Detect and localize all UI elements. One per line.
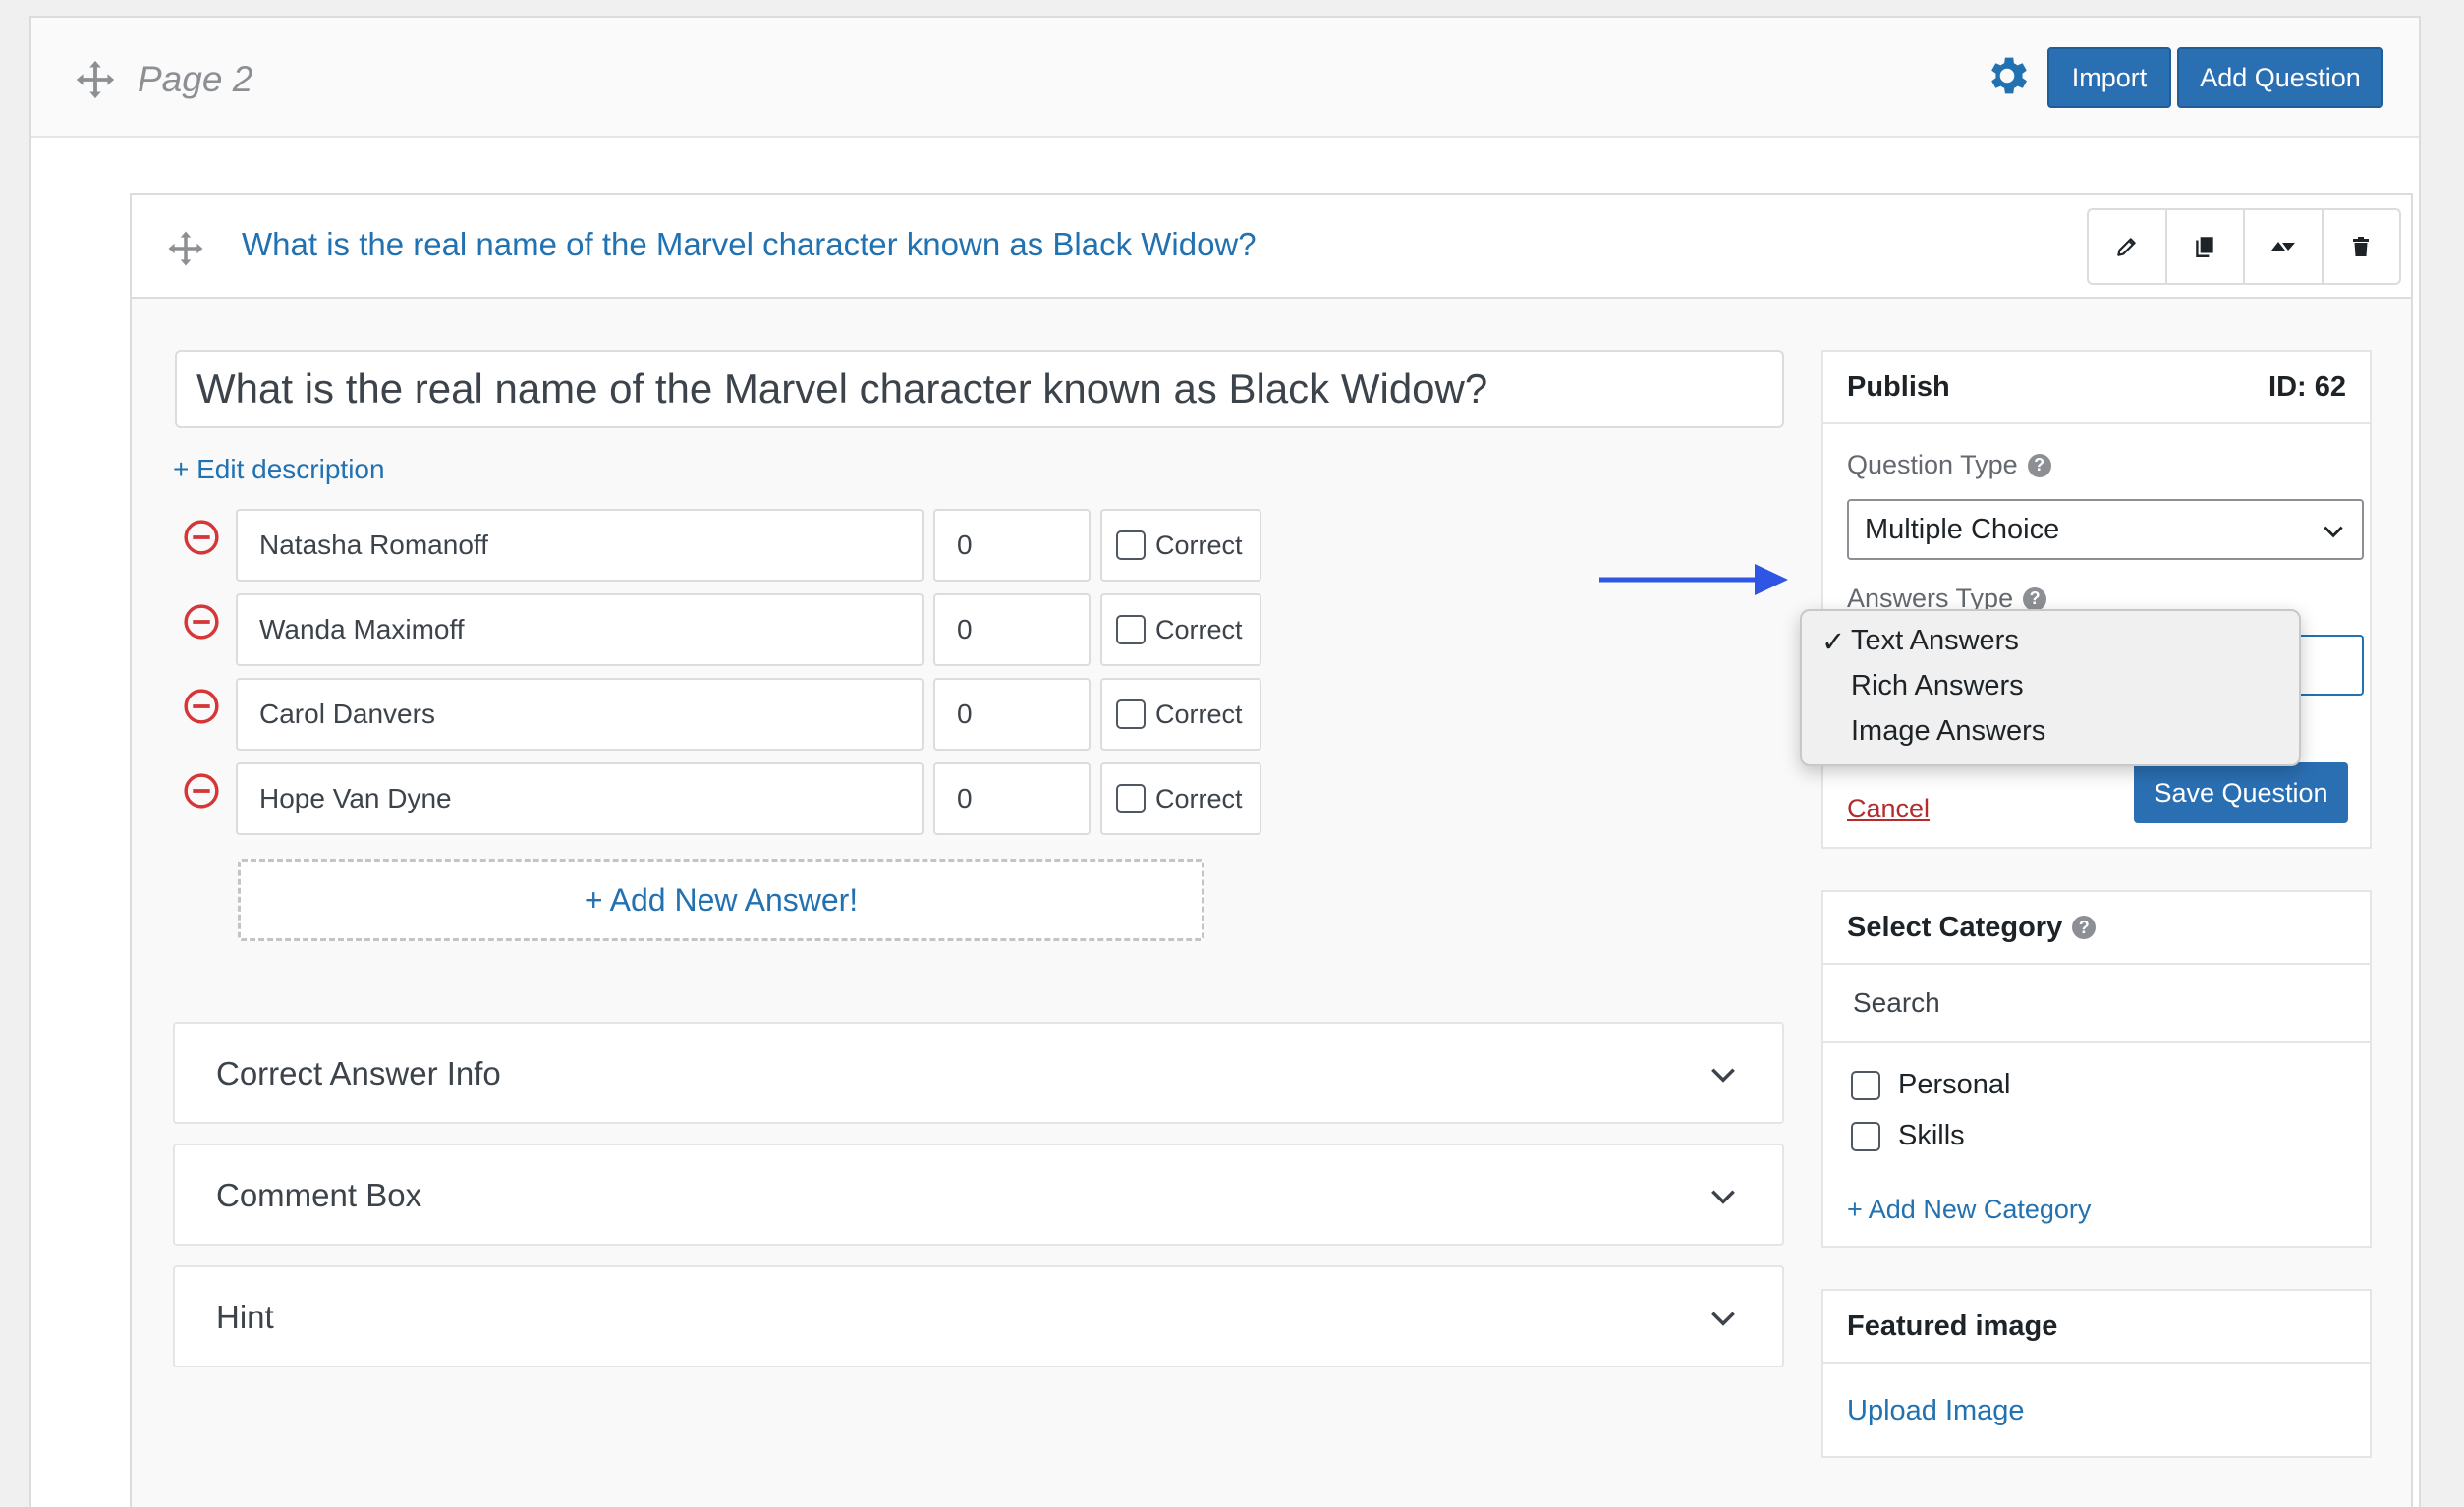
question-card: What is the real name of the Marvel char… bbox=[130, 193, 2413, 1507]
publish-box: Publish ID: 62 Question Type ? Multiple … bbox=[1821, 350, 2372, 849]
answer-points-input[interactable]: 0 bbox=[933, 593, 1091, 666]
chevron-down-icon bbox=[2324, 526, 2343, 538]
dropdown-option-rich-answers[interactable]: Rich Answers bbox=[1851, 670, 2024, 702]
correct-label: Correct bbox=[1155, 614, 1243, 644]
help-icon[interactable]: ? bbox=[2023, 586, 2047, 611]
chevron-down-icon bbox=[1711, 1312, 1735, 1326]
upload-image-link[interactable]: Upload Image bbox=[1847, 1395, 2025, 1427]
answer-text-input[interactable]: Hope Van Dyne bbox=[236, 762, 924, 835]
chevron-down-icon bbox=[1711, 1190, 1735, 1204]
minus-circle-icon[interactable] bbox=[183, 519, 220, 556]
dropdown-option-text-answers[interactable]: Text Answers bbox=[1851, 625, 2019, 657]
accordion-hint[interactable]: Hint bbox=[173, 1265, 1784, 1367]
correct-checkbox[interactable] bbox=[1116, 784, 1146, 813]
category-title: Select Category bbox=[1847, 911, 2063, 943]
question-header: What is the real name of the Marvel char… bbox=[132, 195, 2411, 299]
question-type-label-text: Question Type bbox=[1847, 450, 2018, 479]
accordion-label: Hint bbox=[216, 1299, 274, 1335]
publish-header: Publish ID: 62 bbox=[1823, 352, 2370, 424]
correct-label: Correct bbox=[1155, 530, 1243, 560]
answer-row: Natasha Romanoff 0 Correct bbox=[175, 509, 1261, 582]
gear-icon[interactable] bbox=[1983, 51, 2032, 100]
dropdown-option-image-answers[interactable]: Image Answers bbox=[1851, 715, 2045, 748]
move-icon[interactable] bbox=[73, 57, 118, 102]
trash-icon bbox=[2353, 237, 2370, 256]
featured-header: Featured image bbox=[1823, 1291, 2370, 1364]
featured-image-box: Featured image Upload Image bbox=[1821, 1289, 2372, 1458]
minus-circle-icon[interactable] bbox=[183, 603, 220, 641]
copy-icon bbox=[2196, 237, 2213, 257]
collapse-icon bbox=[2270, 242, 2295, 251]
collapse-question-button[interactable] bbox=[2245, 210, 2324, 283]
category-item-personal[interactable]: Personal bbox=[1851, 1069, 2010, 1101]
chevron-down-icon bbox=[1711, 1068, 1735, 1083]
correct-label: Correct bbox=[1155, 783, 1243, 813]
correct-toggle[interactable]: Correct bbox=[1100, 509, 1261, 582]
accordion-comment-box[interactable]: Comment Box bbox=[173, 1144, 1784, 1246]
pencil-icon bbox=[2117, 238, 2136, 256]
category-label: Personal bbox=[1898, 1069, 2011, 1100]
answers-type-dropdown: ✓ Text Answers Rich Answers Image Answer… bbox=[1800, 609, 2301, 766]
publish-title: Publish bbox=[1847, 370, 1950, 403]
category-box: Select Category ? Search Personal Skills… bbox=[1821, 890, 2372, 1248]
correct-toggle[interactable]: Correct bbox=[1100, 762, 1261, 835]
featured-title: Featured image bbox=[1847, 1310, 2058, 1342]
question-title-input[interactable]: What is the real name of the Marvel char… bbox=[175, 350, 1784, 428]
accordion-label: Comment Box bbox=[216, 1177, 422, 1213]
page-header: Page 2 Import Add Question bbox=[31, 18, 2419, 138]
answer-points-input[interactable]: 0 bbox=[933, 678, 1091, 751]
question-type-select[interactable]: Multiple Choice bbox=[1847, 499, 2364, 560]
minus-circle-icon[interactable] bbox=[183, 772, 220, 809]
answer-row: Hope Van Dyne 0 Correct bbox=[175, 762, 1261, 835]
answer-row: Wanda Maximoff 0 Correct bbox=[175, 593, 1261, 666]
move-icon[interactable] bbox=[165, 228, 206, 269]
answer-text-input[interactable]: Wanda Maximoff bbox=[236, 593, 924, 666]
add-new-answer-button[interactable]: + Add New Answer! bbox=[238, 859, 1204, 941]
question-type-value: Multiple Choice bbox=[1865, 513, 2060, 545]
category-item-skills[interactable]: Skills bbox=[1851, 1120, 1965, 1152]
category-header: Select Category ? bbox=[1823, 892, 2370, 965]
delete-question-button[interactable] bbox=[2324, 210, 2400, 283]
category-label: Skills bbox=[1898, 1120, 1965, 1151]
page-title: Page 2 bbox=[138, 59, 253, 99]
answer-points-input[interactable]: 0 bbox=[933, 762, 1091, 835]
add-question-button[interactable]: Add Question bbox=[2177, 47, 2383, 108]
correct-toggle[interactable]: Correct bbox=[1100, 678, 1261, 751]
correct-checkbox[interactable] bbox=[1116, 615, 1146, 644]
category-checkbox[interactable] bbox=[1851, 1121, 1880, 1151]
question-id: ID: 62 bbox=[2268, 370, 2346, 403]
help-icon[interactable]: ? bbox=[2027, 453, 2051, 477]
correct-label: Correct bbox=[1155, 698, 1243, 729]
add-new-category-link[interactable]: + Add New Category bbox=[1847, 1195, 2091, 1225]
accordion-correct-answer-info[interactable]: Correct Answer Info bbox=[173, 1022, 1784, 1124]
answer-text-input[interactable]: Carol Danvers bbox=[236, 678, 924, 751]
annotation-arrow bbox=[1599, 564, 1788, 595]
edit-question-button[interactable] bbox=[2089, 210, 2167, 283]
minus-circle-icon[interactable] bbox=[183, 688, 220, 725]
check-icon: ✓ bbox=[1821, 627, 1846, 658]
import-button[interactable]: Import bbox=[2047, 47, 2171, 108]
help-icon[interactable]: ? bbox=[2072, 916, 2097, 939]
duplicate-question-button[interactable] bbox=[2167, 210, 2245, 283]
edit-description-link[interactable]: + Edit description bbox=[173, 454, 385, 485]
accordion-label: Correct Answer Info bbox=[216, 1055, 501, 1091]
answer-points-input[interactable]: 0 bbox=[933, 509, 1091, 582]
correct-checkbox[interactable] bbox=[1116, 699, 1146, 729]
answer-row: Carol Danvers 0 Correct bbox=[175, 678, 1261, 751]
save-question-button[interactable]: Save Question bbox=[2134, 762, 2348, 823]
question-toolbar bbox=[2087, 208, 2401, 285]
answer-text-input[interactable]: Natasha Romanoff bbox=[236, 509, 924, 582]
correct-checkbox[interactable] bbox=[1116, 530, 1146, 560]
category-search-input[interactable]: Search bbox=[1823, 965, 2370, 1043]
question-type-label: Question Type ? bbox=[1847, 450, 2051, 480]
correct-toggle[interactable]: Correct bbox=[1100, 593, 1261, 666]
question-header-title[interactable]: What is the real name of the Marvel char… bbox=[242, 226, 1257, 263]
category-checkbox[interactable] bbox=[1851, 1070, 1880, 1100]
cancel-link[interactable]: Cancel bbox=[1847, 794, 1930, 824]
